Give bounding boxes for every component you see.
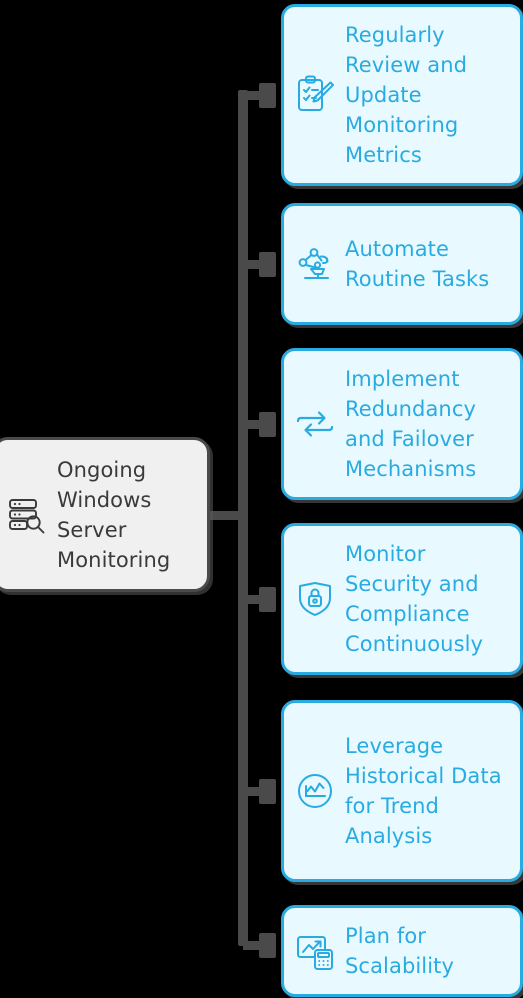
branch-node-5-label: Leverage Historical Data for Trend Analy… <box>345 734 502 848</box>
branch-node-2-label: Automate Routine Tasks <box>345 237 490 291</box>
branch-node-4-label: Monitor Security and Compliance Continuo… <box>345 542 484 656</box>
branch-node-1-label: Regularly Review and Update Monitoring M… <box>345 23 468 167</box>
root-node-label: Ongoing Windows Server Monitoring <box>57 457 171 572</box>
connector-arrow-3 <box>259 412 276 437</box>
clipboard-pencil-icon <box>294 74 336 116</box>
branch-node-3-label: Implement Redundancy and Failover Mechan… <box>345 367 477 481</box>
branch-node-5[interactable]: Leverage Historical Data for Trend Analy… <box>281 700 523 882</box>
connector-arrow-1 <box>259 83 276 108</box>
exchange-arrows-icon <box>294 403 336 445</box>
robot-arm-icon <box>294 243 336 285</box>
connector-arrow-2 <box>259 252 276 277</box>
branch-node-3[interactable]: Implement Redundancy and Failover Mechan… <box>281 348 523 500</box>
trend-chart-circle-icon <box>294 770 336 812</box>
connector-arrow-6 <box>259 933 276 958</box>
branch-node-4[interactable]: Monitor Security and Compliance Continuo… <box>281 523 523 675</box>
diagram-canvas: Ongoing Windows Server Monitoring Regula… <box>0 0 523 998</box>
root-node[interactable]: Ongoing Windows Server Monitoring <box>0 437 210 592</box>
branch-node-6-label: Plan for Scalability <box>345 924 455 978</box>
branch-node-2[interactable]: Automate Routine Tasks <box>281 203 523 325</box>
branch-node-1[interactable]: Regularly Review and Update Monitoring M… <box>281 4 523 186</box>
server-search-icon <box>7 495 47 535</box>
connector-arrow-4 <box>259 587 276 612</box>
connector-arrow-5 <box>259 779 276 804</box>
shield-lock-icon <box>294 578 336 620</box>
branch-node-6[interactable]: Plan for Scalability <box>281 905 523 997</box>
growth-calculator-icon <box>294 930 336 972</box>
connector-root-link <box>205 511 247 520</box>
